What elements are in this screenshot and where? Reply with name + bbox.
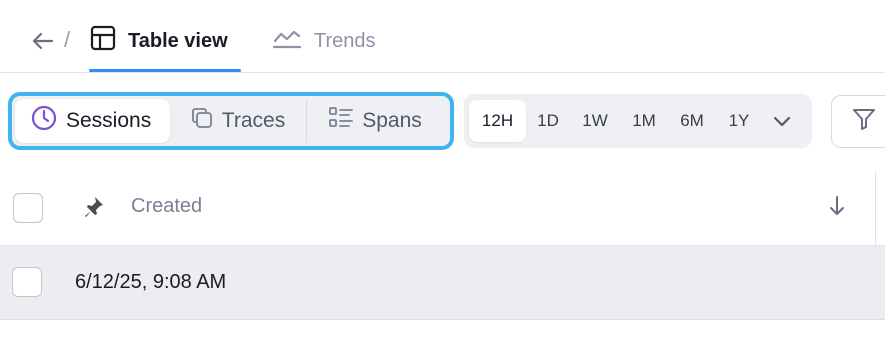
chevron-down-icon[interactable] — [762, 100, 802, 142]
traces-label: Traces — [221, 109, 286, 132]
clock-icon — [31, 105, 57, 137]
view-type-switch: Sessions Traces Spans — [8, 92, 454, 150]
time-range-picker: 12H 1D 1W 1M 6M 1Y — [464, 94, 812, 148]
sort-descending-icon[interactable] — [826, 194, 848, 223]
time-range-6m[interactable]: 6M — [668, 100, 716, 142]
tab-table-view[interactable]: Table view — [90, 25, 228, 57]
active-tab-indicator — [89, 69, 241, 72]
time-range-1w[interactable]: 1W — [570, 100, 620, 142]
table-icon — [90, 25, 116, 57]
top-navigation: / Table view Trends — [0, 0, 885, 73]
time-range-1m[interactable]: 1M — [620, 100, 668, 142]
sessions-label: Sessions — [66, 109, 152, 132]
created-column-header[interactable]: Created — [131, 195, 202, 218]
spans-option[interactable]: Spans — [307, 99, 444, 143]
pin-icon[interactable] — [84, 196, 104, 223]
filter-icon — [852, 107, 876, 136]
tab-trends[interactable]: Trends — [272, 26, 376, 56]
copy-icon — [191, 107, 213, 135]
spans-label: Spans — [362, 109, 422, 132]
row-select-checkbox[interactable] — [12, 267, 42, 297]
traces-option[interactable]: Traces — [170, 99, 307, 143]
time-range-1y[interactable]: 1Y — [716, 100, 762, 142]
time-range-1d[interactable]: 1D — [526, 100, 570, 142]
tab-label: Trends — [314, 29, 376, 52]
select-all-checkbox[interactable] — [13, 193, 43, 223]
trend-line-icon — [272, 26, 302, 56]
breadcrumb-separator: / — [64, 27, 71, 52]
back-arrow-icon[interactable] — [30, 28, 56, 54]
list-icon — [329, 107, 354, 135]
sessions-option[interactable]: Sessions — [15, 99, 170, 143]
created-cell: 6/12/25, 9:08 AM — [75, 271, 227, 293]
filter-button[interactable] — [831, 95, 885, 148]
tab-label: Table view — [128, 29, 228, 52]
time-range-12h[interactable]: 12H — [469, 100, 526, 142]
column-divider — [875, 170, 876, 246]
